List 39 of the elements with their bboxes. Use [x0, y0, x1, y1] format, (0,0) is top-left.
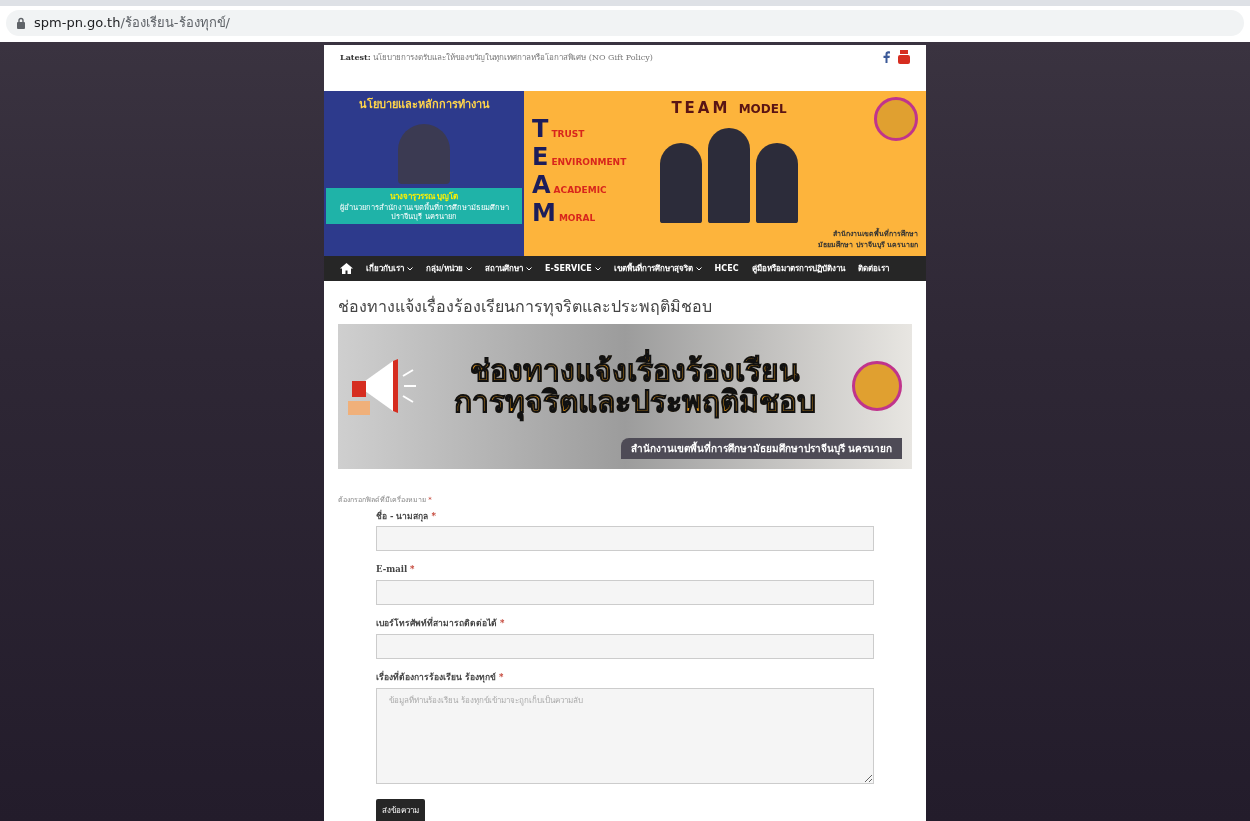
- nav-link[interactable]: ติดต่อเรา: [857, 262, 889, 275]
- emblem-icon: [874, 97, 918, 141]
- home-icon[interactable]: [340, 263, 353, 274]
- url-text: spm-pn.go.th/ร้องเรียน-ร้องทุกข์/: [34, 14, 230, 33]
- value-letter: M: [532, 201, 556, 225]
- message-field[interactable]: ข้อมูลที่ท่านร้องเรียน ร้องทุกข์เข้ามาจะถูกเก็บเป็นความลับ: [376, 687, 874, 784]
- page-title: ช่องทางแจ้งเรื่องร้องเรียนการทุจริตและประพฤติมิชอบ: [337, 295, 713, 319]
- submit-button[interactable]: ส่งข้อความ: [376, 798, 425, 821]
- value-word: MORAL: [558, 211, 596, 225]
- latest-news[interactable]: Latest: นโยบายการงดรับและให้ของขวัญในทุกเทศกาลหรือโอกาสพิเศษ (NO Gift Policy): [340, 50, 653, 64]
- nav-link[interactable]: เกี่ยวกับเรา: [366, 262, 413, 275]
- input-field[interactable]: [376, 526, 874, 552]
- person-photo-placeholder: [398, 123, 450, 184]
- nav-link[interactable]: คู่มือหรือมาตรการปฏิบัติงาน: [751, 262, 845, 275]
- field-label: E-mail *: [376, 563, 416, 577]
- value-letter: E: [532, 145, 549, 169]
- facebook-icon[interactable]: [883, 51, 890, 63]
- value-word: ACADEMIC: [553, 183, 607, 197]
- value-word: TRUST: [551, 127, 585, 141]
- banner-heading: นโยบายและหลักการทำงาน: [358, 97, 490, 113]
- nav-link[interactable]: กลุ่ม/หน่วย: [426, 262, 472, 275]
- nav-link[interactable]: สถานศึกษา: [484, 262, 532, 275]
- person-name: นางจารุวรรณ บุญโต: [389, 190, 459, 202]
- nav-link[interactable]: E-SERVICE: [544, 262, 601, 275]
- address-bar[interactable]: spm-pn.go.th/ร้องเรียน-ร้องทุกข์/: [6, 10, 1244, 36]
- value-letter: T: [532, 117, 549, 141]
- lock-icon: [16, 17, 26, 29]
- nav-link[interactable]: เขตพื้นที่การศึกษาสุจริต: [613, 262, 702, 275]
- value-letter: A: [532, 173, 551, 197]
- office-name: สำนักงานเขตพื้นที่การศึกษามัธยมศึกษาปราจีนบุรี นครนายก: [620, 438, 902, 460]
- value-word: ENVIRONMENT: [551, 155, 627, 169]
- field-label: ชื่อ - นามสกุล *: [376, 509, 437, 523]
- emblem-icon: [852, 361, 902, 412]
- field-label: เบอร์โทรศัพท์ที่สามารถติดต่อได้ *: [376, 617, 506, 630]
- field-label: เรื่องที่ต้องการร้องเรียน ร้องทุกข์ *: [376, 670, 505, 684]
- model-title: TEAM MODEL: [671, 98, 787, 119]
- nav-link[interactable]: HCEC: [714, 262, 739, 275]
- input-field[interactable]: [376, 580, 874, 606]
- input-field[interactable]: [376, 633, 874, 659]
